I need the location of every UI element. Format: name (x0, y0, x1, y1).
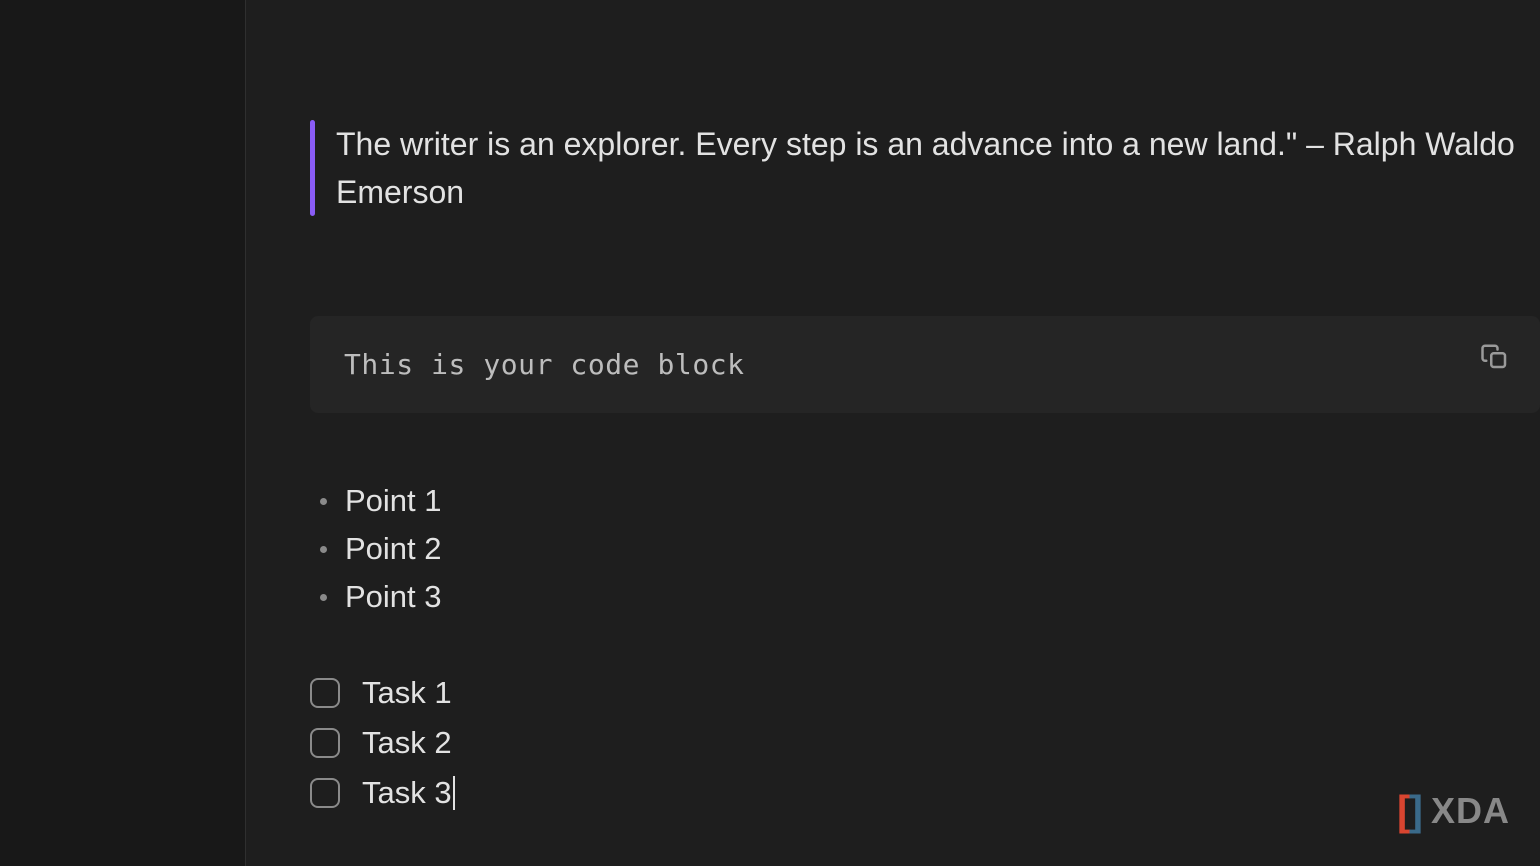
task-text: Task 3 (362, 775, 452, 811)
task-checkbox[interactable] (310, 778, 340, 808)
watermark-text: XDA (1431, 790, 1510, 832)
copy-button[interactable] (1478, 340, 1512, 374)
editor-content[interactable]: The writer is an explorer. Every step is… (246, 0, 1540, 866)
copy-icon (1480, 342, 1510, 372)
task-list[interactable]: Task 1 Task 2 Task 3 (310, 675, 1540, 811)
blockquote-text: The writer is an explorer. Every step is… (336, 120, 1520, 216)
task-checkbox[interactable] (310, 678, 340, 708)
task-item[interactable]: Task 1 (310, 675, 1540, 711)
code-block[interactable]: This is your code block (310, 316, 1540, 413)
bullet-text: Point 3 (345, 579, 442, 615)
text-cursor (453, 776, 455, 810)
blockquote[interactable]: The writer is an explorer. Every step is… (310, 120, 1540, 216)
bullet-icon (320, 546, 327, 553)
code-block-text: This is your code block (344, 348, 1506, 381)
bullet-text: Point 2 (345, 531, 442, 567)
bullet-text: Point 1 (345, 483, 442, 519)
bracket-right-icon: ] (1409, 790, 1423, 832)
bullet-icon (320, 594, 327, 601)
watermark: [] XDA (1397, 790, 1510, 832)
task-item[interactable]: Task 3 (310, 775, 1540, 811)
task-item[interactable]: Task 2 (310, 725, 1540, 761)
bullet-list[interactable]: Point 1 Point 2 Point 3 (310, 483, 1540, 615)
list-item[interactable]: Point 2 (320, 531, 1540, 567)
task-text: Task 1 (362, 675, 452, 711)
list-item[interactable]: Point 3 (320, 579, 1540, 615)
list-item[interactable]: Point 1 (320, 483, 1540, 519)
task-checkbox[interactable] (310, 728, 340, 758)
bullet-icon (320, 498, 327, 505)
sidebar (0, 0, 246, 866)
task-text: Task 2 (362, 725, 452, 761)
